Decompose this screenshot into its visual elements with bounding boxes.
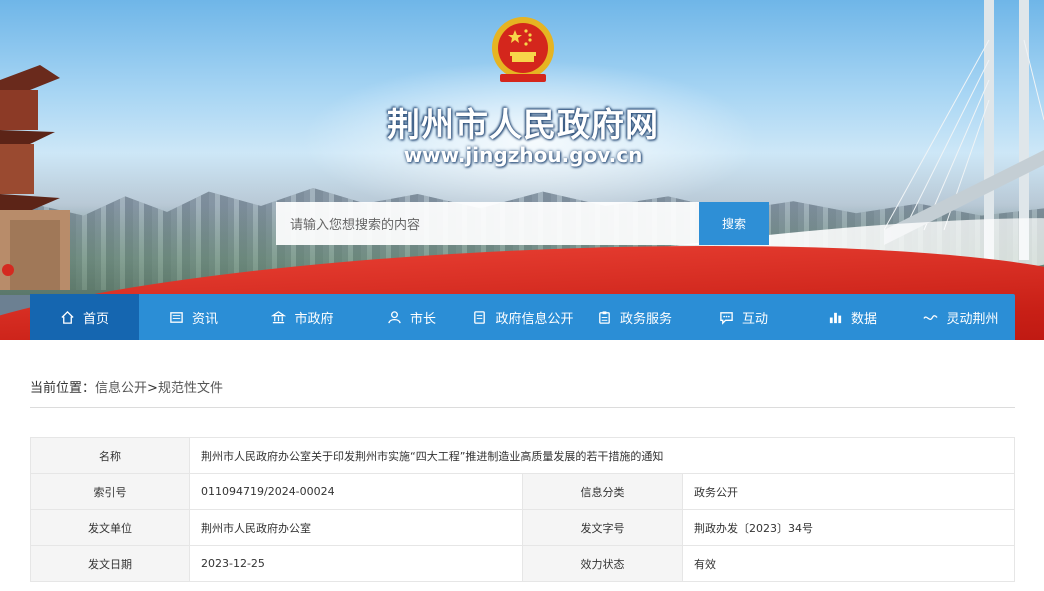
category-label: 信息分类 — [522, 473, 683, 510]
status-label: 效力状态 — [522, 545, 683, 582]
index-value: 011094719/2024-00024 — [189, 473, 523, 510]
breadcrumb-prefix: 当前位置： — [30, 381, 96, 396]
clipboard-icon — [599, 310, 610, 324]
document-icon — [474, 310, 486, 324]
nav-item-lingdong[interactable]: 灵动荆州 — [907, 294, 1015, 340]
nav-label: 市长 — [409, 311, 436, 327]
news-icon — [170, 311, 183, 323]
index-label: 索引号 — [30, 473, 190, 510]
docno-label: 发文字号 — [522, 509, 683, 546]
breadcrumb-link-regulations[interactable]: 规范性文件 — [158, 381, 223, 396]
breadcrumb-link-info[interactable]: 信息公开 — [95, 381, 147, 396]
status-value: 有效 — [682, 545, 1015, 582]
nav-label: 市政府 — [294, 311, 334, 327]
nav-label: 数据 — [850, 311, 877, 327]
breadcrumb-separator: > — [147, 381, 158, 396]
nav-label: 政务服务 — [619, 311, 672, 327]
nav-item-services[interactable]: 政务服务 — [580, 294, 689, 340]
wave-icon — [923, 314, 939, 320]
table-row: 发文日期 2023-12-25 效力状态 有效 — [30, 545, 1015, 582]
nav-label: 资讯 — [191, 311, 218, 327]
table-row: 发文单位 荆州市人民政府办公室 发文字号 荆政办发〔2023〕34号 — [30, 509, 1015, 546]
date-label: 发文日期 — [30, 545, 190, 582]
issuer-label: 发文单位 — [30, 509, 190, 546]
national-emblem-icon — [492, 17, 554, 82]
nav-label: 首页 — [82, 311, 109, 327]
nav-item-government[interactable]: 市政府 — [248, 294, 357, 340]
divider — [30, 407, 1015, 408]
nav-label: 灵动荆州 — [946, 311, 999, 327]
date-value: 2023-12-25 — [189, 545, 523, 582]
site-url: www.jingzhou.gov.cn — [403, 143, 643, 167]
nav-label: 政府信息公开 — [495, 311, 574, 327]
pagoda-tower-image — [0, 65, 70, 290]
search-input[interactable]: 请输入您想搜索的内容 — [276, 202, 700, 245]
nav-item-news[interactable]: 资讯 — [139, 294, 248, 340]
nav-item-home[interactable]: 首页 — [30, 294, 139, 340]
search-placeholder: 请输入您想搜索的内容 — [290, 218, 421, 233]
nav-item-data[interactable]: 数据 — [798, 294, 907, 340]
search-button[interactable]: 搜索 — [699, 202, 769, 245]
issuer-value: 荆州市人民政府办公室 — [189, 509, 523, 546]
home-icon — [61, 310, 74, 324]
name-value: 荆州市人民政府办公室关于印发荆州市实施“四大工程”推进制造业高质量发展的若干措施… — [189, 437, 1015, 474]
docno-value: 荆政办发〔2023〕34号 — [682, 509, 1015, 546]
nav-item-interaction[interactable]: 互动 — [689, 294, 798, 340]
person-icon — [388, 310, 401, 323]
government-icon — [271, 310, 287, 323]
nav-label: 互动 — [741, 311, 768, 327]
breadcrumb: 当前位置：信息公开>规范性文件 — [30, 377, 223, 396]
nav-item-mayor[interactable]: 市长 — [357, 294, 466, 340]
main-nav: 首页 资讯 市政府 市长 政府信息公开 政务服务 互动 数据 灵动荆州 — [30, 294, 1015, 340]
category-value: 政务公开 — [682, 473, 1015, 510]
table-row: 索引号 011094719/2024-00024 信息分类 政务公开 — [30, 473, 1015, 510]
document-info-table: 名称 荆州市人民政府办公室关于印发荆州市实施“四大工程”推进制造业高质量发展的若… — [30, 437, 1015, 582]
nav-item-info-disclosure[interactable]: 政府信息公开 — [466, 294, 580, 340]
table-row: 名称 荆州市人民政府办公室关于印发荆州市实施“四大工程”推进制造业高质量发展的若… — [30, 437, 1015, 474]
site-title: 荆州市人民政府网 — [387, 105, 659, 144]
chat-icon — [720, 311, 733, 325]
name-label: 名称 — [30, 437, 190, 474]
bar-chart-icon — [829, 312, 842, 323]
